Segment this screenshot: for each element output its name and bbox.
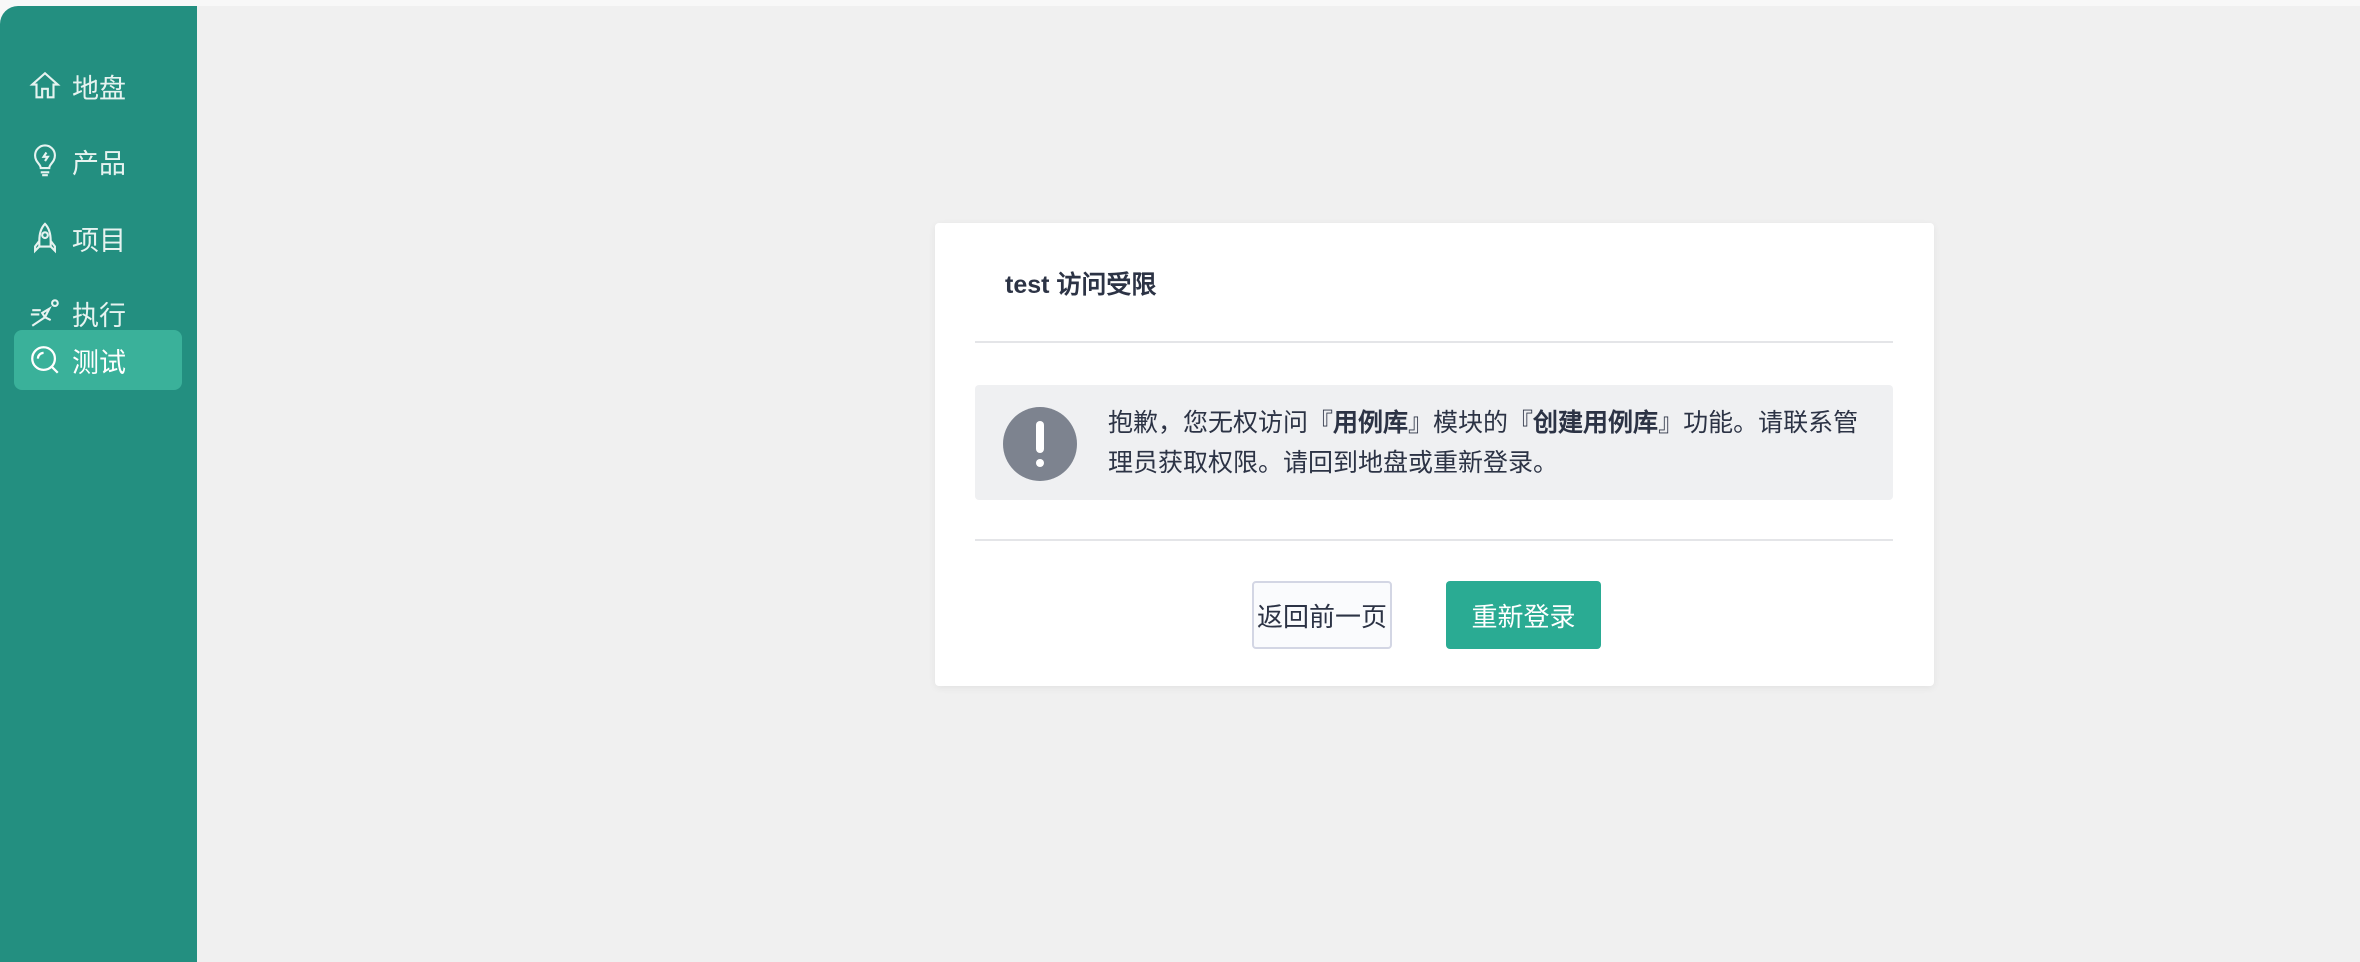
- access-denied-dialog: test 访问受限 抱歉，您无权访问『用例库』模块的『创建用例库』功能。请联系管…: [935, 223, 1934, 686]
- sidebar-item-label: 执行: [72, 300, 126, 331]
- module-name: 用例库: [1333, 409, 1409, 437]
- rocket-icon: [34, 222, 56, 254]
- sidebar-item-label: 测试: [72, 347, 126, 378]
- sidebar-item-label: 产品: [72, 148, 126, 179]
- sidebar-item-dashboard[interactable]: 地盘: [14, 56, 182, 116]
- back-button[interactable]: 返回前一页: [1252, 581, 1392, 649]
- alert-box: 抱歉，您无权访问『用例库』模块的『创建用例库』功能。请联系管理员获取权限。请回到…: [975, 385, 1893, 500]
- home-icon: [29, 71, 61, 99]
- divider: [975, 539, 1893, 541]
- running-icon: [30, 299, 59, 327]
- search-icon: [31, 346, 59, 374]
- divider: [975, 341, 1893, 343]
- exclamation-icon: [1003, 407, 1077, 481]
- dialog-title: test 访问受限: [1005, 271, 1157, 299]
- sidebar-item-label: 项目: [72, 225, 126, 256]
- sidebar-item-project[interactable]: 项目: [14, 208, 182, 268]
- sidebar-item-label: 地盘: [72, 73, 126, 104]
- sidebar-item-test[interactable]: 测试: [14, 330, 182, 390]
- alert-message: 抱歉，您无权访问『用例库』模块的『创建用例库』功能。请联系管理员获取权限。请回到…: [1108, 403, 1863, 483]
- lightbulb-icon: [34, 144, 56, 177]
- message-text: 』模块的『: [1408, 409, 1534, 437]
- feature-name: 创建用例库: [1533, 409, 1659, 437]
- sidebar: 地盘 产品 项目 执行 测试: [0, 6, 197, 962]
- relogin-button[interactable]: 重新登录: [1446, 581, 1601, 649]
- sidebar-item-product[interactable]: 产品: [14, 131, 182, 191]
- message-text: 抱歉，您无权访问『: [1108, 409, 1334, 437]
